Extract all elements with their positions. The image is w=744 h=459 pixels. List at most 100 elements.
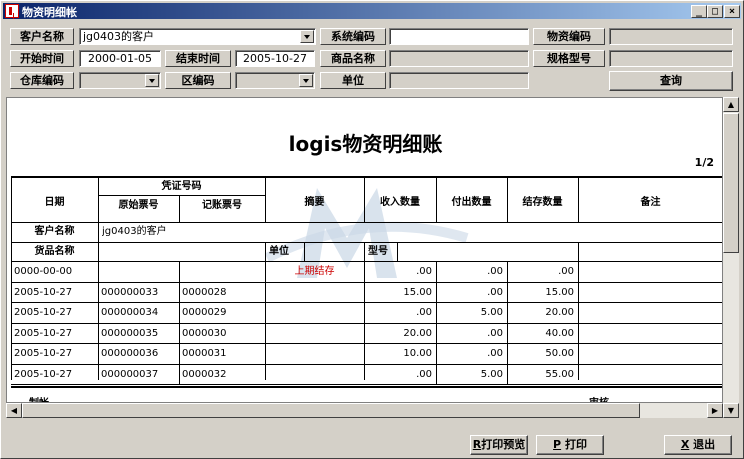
grid-line — [179, 261, 180, 384]
end-time-label: 结束时间 — [165, 50, 231, 67]
grid-line — [11, 242, 722, 243]
chevron-down-icon[interactable] — [300, 30, 314, 43]
cell-bal: 50.00 — [545, 348, 574, 359]
scroll-down-icon[interactable]: ▼ — [723, 403, 739, 418]
cell-date: 2005-10-27 — [14, 327, 73, 339]
cell-rec: 0000032 — [182, 368, 227, 380]
system-code-input[interactable] — [389, 28, 529, 45]
spec-model-input[interactable] — [609, 50, 733, 67]
unit-label: 单位 — [320, 72, 386, 89]
maximize-button[interactable]: □ — [707, 5, 723, 18]
footer-auditor-label: 审核 — [589, 394, 639, 402]
cell-in: 15.00 — [403, 286, 432, 298]
cell-orig: 000000035 — [101, 327, 159, 339]
cell-out: .00 — [487, 348, 503, 359]
vertical-scrollbar[interactable]: ▲ ▼ — [723, 97, 739, 418]
material-code-input[interactable] — [609, 28, 733, 45]
scroll-left-icon[interactable]: ◀ — [6, 403, 22, 418]
footer-maker-label: 制帐 — [29, 394, 79, 402]
print-preview-label: 打印预览 — [481, 438, 526, 451]
print-preview-button[interactable]: R打印预览 — [470, 435, 528, 455]
cell-date: 2005-10-27 — [14, 286, 73, 298]
vertical-scroll-thumb[interactable] — [723, 113, 739, 253]
col-summary: 摘要 — [304, 197, 325, 208]
scroll-right-icon[interactable]: ▶ — [707, 403, 723, 418]
cell-in: 20.00 — [403, 327, 432, 339]
col-in-qty: 收入数量 — [380, 197, 420, 208]
cell-out: 5.00 — [480, 368, 503, 380]
print-hotkey: P — [553, 438, 562, 451]
zone-code-label: 区编码 — [165, 72, 231, 89]
exit-label: 退出 — [693, 438, 716, 451]
page-number: 1/2 — [694, 156, 714, 169]
grid-line — [578, 242, 579, 380]
report-preview: logis物资明细账 1/2 日期 凭证号码 原始票号 记账票号 摘要 收入数量… — [6, 97, 723, 403]
cell-bal: .00 — [558, 266, 574, 277]
cell-out: 5.00 — [480, 307, 503, 318]
cell-out: .00 — [487, 266, 503, 277]
system-code-label: 系统编码 — [320, 28, 386, 45]
exit-hotkey: X — [680, 438, 690, 451]
cell-in: .00 — [416, 307, 432, 318]
cell-orig: 000000033 — [101, 286, 159, 298]
cell-orig: 000000036 — [101, 348, 159, 359]
exit-button[interactable]: X 退出 — [664, 435, 732, 455]
cell-in: .00 — [416, 266, 432, 277]
cell-date: 0000-00-00 — [14, 266, 73, 277]
col-remark: 备注 — [640, 197, 661, 208]
footer-rule — [11, 386, 722, 388]
scroll-up-icon[interactable]: ▲ — [723, 97, 739, 112]
col-original-no: 原始票号 — [118, 200, 159, 211]
start-time-label: 开始时间 — [10, 50, 74, 67]
customer-name-label: 客户名称 — [10, 28, 74, 45]
chevron-down-icon[interactable] — [145, 74, 159, 87]
cell-out: .00 — [487, 286, 503, 298]
chevron-down-icon[interactable] — [299, 74, 313, 87]
cell-date: 2005-10-27 — [14, 307, 73, 318]
material-detail-window: 物资明细帐 _ □ × 客户名称 jg0403的客户 系统编码 物资编码 开始时… — [0, 0, 744, 459]
cell-orig: 000000037 — [101, 368, 159, 380]
window-title: 物资明细帐 — [22, 6, 77, 19]
query-button[interactable]: 查询 — [609, 71, 733, 91]
horizontal-scrollbar[interactable]: ◀ ▶ — [6, 403, 723, 418]
minimize-button[interactable]: _ — [691, 5, 707, 18]
cell-rec: 0000028 — [182, 286, 227, 298]
product-name-input[interactable] — [389, 50, 529, 67]
grid-line — [397, 242, 398, 261]
customer-name-dropdown[interactable]: jg0403的客户 — [79, 28, 316, 45]
grid-line — [304, 242, 305, 261]
horizontal-scroll-thumb[interactable] — [22, 403, 640, 418]
cell-in: 10.00 — [403, 348, 432, 359]
cell-orig: 000000034 — [101, 307, 159, 318]
model-row-label: 型号 — [368, 246, 388, 257]
goods-name-label: 货品名称 — [34, 246, 75, 257]
unit-row-label: 单位 — [269, 246, 289, 257]
table-row-divider — [11, 384, 722, 385]
warehouse-code-label: 仓库编码 — [10, 72, 74, 89]
col-record-no: 记账票号 — [202, 200, 242, 211]
zone-code-dropdown[interactable] — [235, 72, 315, 89]
warehouse-code-dropdown[interactable] — [79, 72, 161, 89]
cell-bal: 55.00 — [545, 368, 574, 380]
print-button[interactable]: P 打印 — [536, 435, 604, 455]
material-code-label: 物资编码 — [533, 28, 605, 45]
cell-date: 2005-10-27 — [14, 348, 73, 359]
print-label: 打印 — [564, 438, 587, 451]
cell-bal: 40.00 — [545, 327, 574, 339]
customer-name-row-value: jg0403的客户 — [102, 226, 167, 237]
spec-model-label: 规格型号 — [533, 50, 605, 67]
start-time-input[interactable]: 2000-01-05 — [79, 50, 161, 67]
report-title: logis物资明细账 — [288, 132, 443, 156]
col-date: 日期 — [44, 197, 65, 208]
unit-input[interactable] — [389, 72, 529, 89]
customer-name-value: jg0403的客户 — [83, 30, 155, 43]
end-time-input[interactable]: 2005-10-27 — [235, 50, 315, 67]
customer-name-row-label: 客户名称 — [34, 226, 75, 237]
cell-bal: 15.00 — [545, 286, 574, 298]
title-bar[interactable]: 物资明细帐 _ □ × — [3, 3, 741, 19]
app-icon — [5, 4, 19, 18]
product-name-label: 商品名称 — [320, 50, 386, 67]
close-button[interactable]: × — [724, 5, 740, 18]
print-preview-hotkey: R — [472, 438, 482, 451]
cell-in: .00 — [416, 368, 432, 380]
